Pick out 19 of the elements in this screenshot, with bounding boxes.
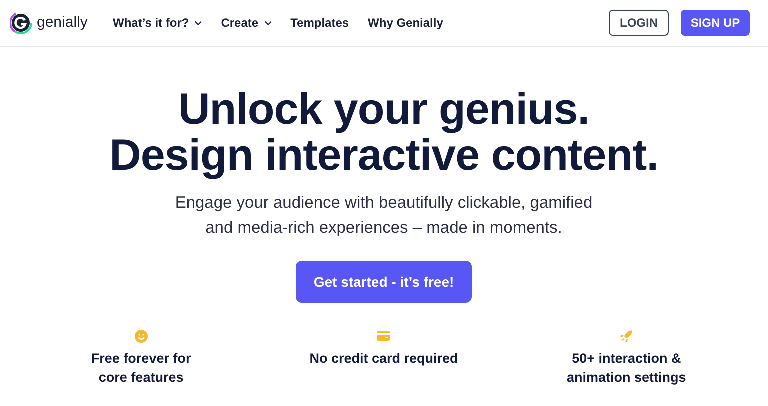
subtitle: and media-rich experiences – made in moments.	[204, 218, 564, 239]
nav-link[interactable]: What’s it for?	[113, 14, 202, 32]
sign-up-button[interactable]: SIGN UP	[681, 10, 750, 36]
smiley-icon	[134, 330, 148, 342]
headline: Design interactive content.	[110, 133, 658, 179]
logo-text[interactable]: genially	[37, 12, 88, 34]
feature-text: 50+ interaction & animation settings	[567, 350, 686, 387]
nav-link[interactable]: Why Genially	[368, 14, 444, 32]
nav-link[interactable]: Create	[221, 14, 272, 32]
nav-link[interactable]: Templates	[290, 14, 350, 32]
feature-text: Free forever for core features	[91, 350, 192, 387]
login-button[interactable]: LOGIN	[609, 10, 669, 36]
credit-card-icon	[377, 331, 390, 341]
feature-text: No credit card required	[310, 350, 458, 368]
logo-icon[interactable]	[10, 12, 32, 34]
get-started-button[interactable]: Get started - it’s free!	[296, 261, 472, 303]
rocket-icon	[620, 330, 634, 342]
subtitle: Engage your audience with beautifully clickable, gamified	[175, 193, 593, 214]
headline: Unlock your genius.	[177, 87, 590, 133]
